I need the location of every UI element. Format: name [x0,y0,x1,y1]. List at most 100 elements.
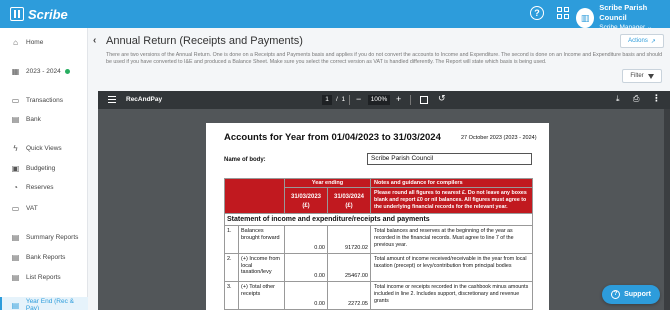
filter-label: Filter [630,73,644,79]
pdf-page: Accounts for Year from 01/04/2023 to 31/… [206,123,549,310]
report-icon: ▤ [11,272,20,282]
rotate-icon[interactable]: ↺ [438,93,446,104]
sidebar-item-vat[interactable]: ▭ VAT [0,200,88,216]
row-label: (+) Income from local taxation/levy [238,253,285,282]
report-icon: ▤ [11,232,20,242]
page-number-input[interactable]: 1 [322,95,332,105]
row-prev-value: 0.00 [284,281,328,310]
lightning-icon: ϟ [13,143,18,153]
sidebar-item-label: Bank Reports [26,253,66,261]
support-button[interactable]: ? Support [602,285,660,304]
filter-button[interactable]: Filter [622,69,662,83]
row-curr-value: 2272.05 [327,281,371,310]
sidebar-item-list-reports[interactable]: ▤ List Reports [0,269,88,285]
row-note: Total amount of income received/receivab… [370,253,533,282]
table-row: 1. Balances brought forward 0.00 91720.0… [224,225,533,254]
sidebar-item-label: Bank [26,115,41,123]
top-bar: Scribe ? ▥ Scribe Parish Council Scribe … [0,0,670,31]
sidebar-item-label: Reserves [26,183,54,191]
sidebar-item-label: Summary Reports [26,233,79,241]
year-column-header: 31/03/2023 (£) [284,187,328,214]
row-number: 1. [224,225,239,254]
body-name-value: Scribe Parish Council [367,153,532,165]
column-date: 31/03/2024 [333,194,365,200]
external-link-icon: ↗ [650,38,656,45]
sidebar-item-label: Year End (Rec & Pay) [25,298,75,310]
back-chevron-icon[interactable]: ‹ [93,35,96,46]
section-title: Statement of income and expenditure/rece… [224,213,533,226]
sidebar-item-label: 2023 - 2024 [26,67,61,75]
transactions-icon: ▭ [11,95,20,105]
column-date: 31/03/2023 [290,194,322,200]
council-avatar: ▥ [576,8,595,28]
sidebar-item-budgeting[interactable]: ▣ Budgeting [0,160,88,176]
document-title: Accounts for Year from 01/04/2023 to 31/… [224,132,441,143]
home-icon: ⌂ [13,37,18,47]
page-separator: / [336,96,338,103]
apps-grid-icon[interactable] [556,6,570,20]
row-note: Total income or receipts recorded in the… [370,281,533,310]
sidebar-item-label: Transactions [26,96,63,104]
row-note: Total balances and reserves at the begin… [370,225,533,254]
zoom-input[interactable]: 100% [368,95,390,105]
pdf-toolbar: RecAndPay 1 / 1 − 100% + ↺ ⤓ ⎙ ⋮ [98,91,670,109]
support-icon: ? [611,290,621,299]
toolbar-divider [349,95,350,105]
toolbar-divider [410,95,411,105]
scribe-logo[interactable]: Scribe [10,7,68,22]
sidebar-item-home[interactable]: ⌂ Home [0,34,88,50]
menu-icon[interactable] [108,96,116,103]
sidebar-item-label: Home [26,38,44,46]
row-curr-value: 91720.02 [327,225,371,254]
sidebar-item-quick-views[interactable]: ϟ Quick Views [0,140,88,156]
sidebar-item-label: Quick Views [26,144,62,152]
sidebar-item-bank[interactable]: ▤ Bank [0,111,88,127]
support-label: Support [624,291,651,298]
column-unit: (£) [302,203,310,209]
row-label: Balances brought forward [238,225,285,254]
zoom-in-button[interactable]: + [396,94,401,104]
body-name-label: Name of body: [224,157,266,163]
sidebar-item-year[interactable]: ▦ 2023 - 2024 [0,63,88,79]
sidebar-item-summary-reports[interactable]: ▤ Summary Reports [0,229,88,245]
print-icon[interactable]: ⎙ [633,94,639,104]
report-icon: ▤ [11,300,20,310]
accounts-table: Year ending Notes and guidance for compi… [224,178,533,310]
brand-name: Scribe [28,6,68,22]
page-description: There are two versions of the Annual Ret… [106,52,663,65]
help-icon[interactable]: ? [530,6,544,20]
actions-button[interactable]: Actions ↗ [620,34,664,48]
year-status-dot [64,68,70,74]
sidebar-item-transactions[interactable]: ▭ Transactions [0,92,88,108]
year-ending-header: Year ending [284,178,371,188]
document-date: 27 October 2023 (2023 - 2024) [461,135,537,141]
sidebar: ⌂ Home ▦ 2023 - 2024 ▭ Transactions ▤ Ba… [0,28,88,310]
row-number: 2. [224,253,239,282]
download-icon[interactable]: ⤓ [616,94,620,104]
sidebar-item-bank-reports[interactable]: ▤ Bank Reports [0,249,88,265]
row-label: (+) Total other receipts [238,281,285,310]
table-header-blank [224,178,285,214]
vat-icon: ▭ [11,203,20,213]
page-count: / 1 [336,96,345,103]
reserves-icon: ◔ [13,182,18,192]
guidance-notes: Please round all figures to nearest £. D… [370,187,533,214]
pdf-viewer[interactable]: Accounts for Year from 01/04/2023 to 31/… [98,109,670,310]
pdf-scrollbar[interactable] [664,109,670,310]
column-unit: (£) [345,203,353,209]
calculator-icon: ▣ [11,163,20,173]
table-row: 2. (+) Income from local taxation/levy 0… [224,253,533,282]
notes-header: Notes and guidance for compilers [370,178,533,188]
report-icon: ▤ [11,252,20,262]
bank-icon: ▤ [11,114,20,124]
actions-label: Actions [628,38,648,44]
sidebar-item-year-end[interactable]: ▤ Year End (Rec & Pay) [0,297,88,310]
calendar-icon: ▦ [11,66,20,76]
sidebar-item-label: VAT [26,204,38,212]
zoom-out-button[interactable]: − [356,94,361,104]
sidebar-item-reserves[interactable]: ◔ Reserves [0,179,88,195]
more-options-icon[interactable]: ⋮ [652,93,661,104]
account-name: Scribe Parish Council [599,3,648,22]
fit-page-icon[interactable] [420,96,428,104]
pdf-file-name: RecAndPay [126,96,163,103]
